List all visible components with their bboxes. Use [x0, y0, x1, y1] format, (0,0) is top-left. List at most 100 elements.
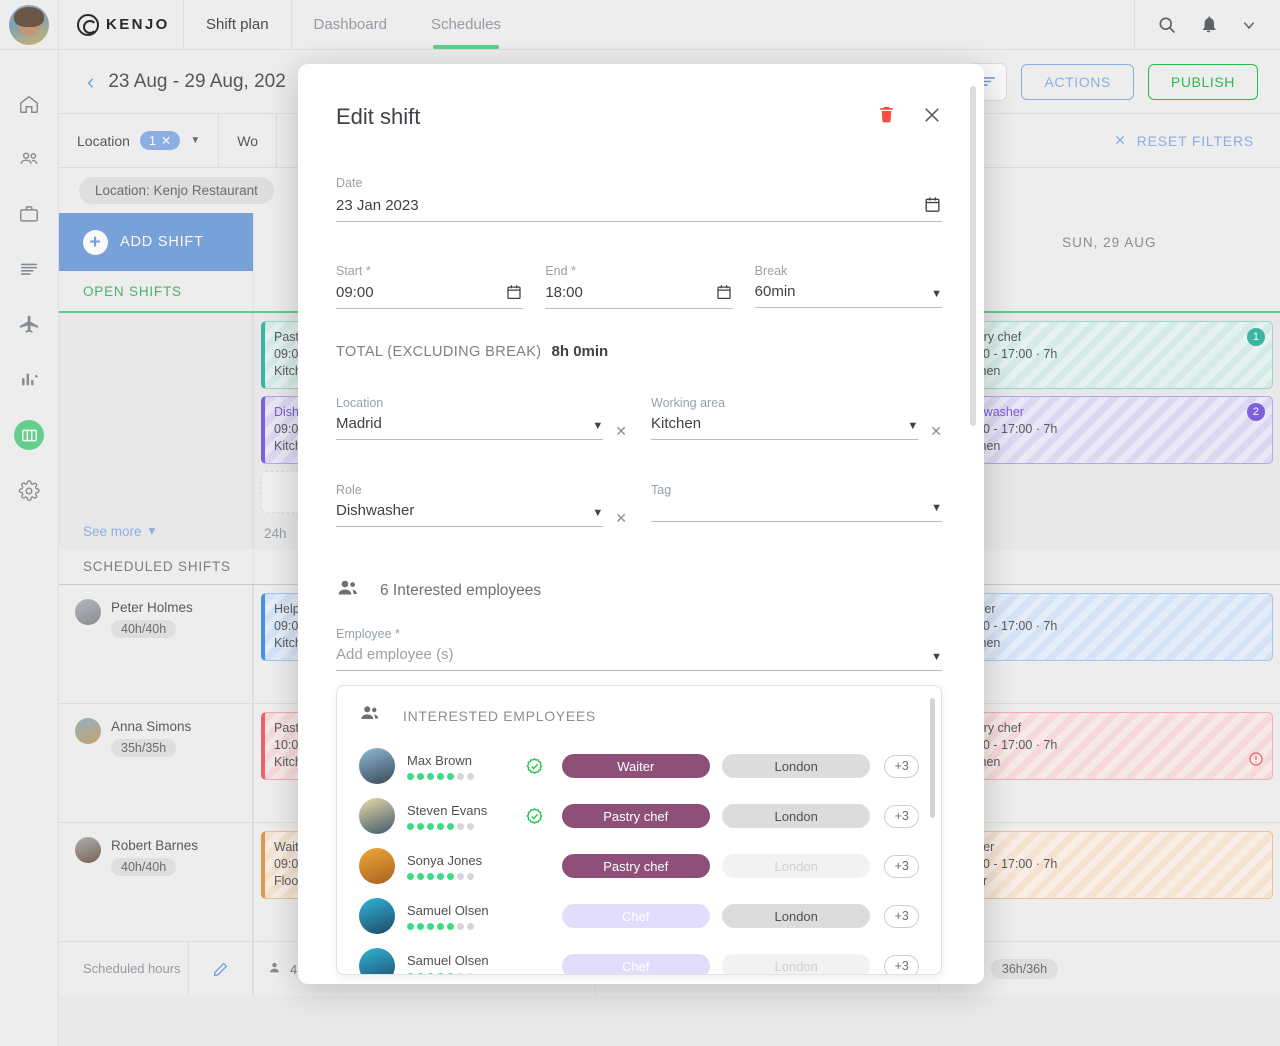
employee-name: Sonya Jones: [407, 853, 509, 869]
break-label: Break: [755, 264, 942, 278]
total-value: 8h 0min: [552, 343, 609, 360]
chevron-down-icon[interactable]: ▼: [592, 507, 603, 527]
role-tag-row: Role Dishwasher ▼ ✕ Tag ▼: [336, 477, 942, 534]
start-label: Start *: [336, 264, 523, 278]
list-item[interactable]: Steven Evans Pastry chef London +3: [337, 791, 941, 841]
start-value[interactable]: 09:00: [336, 284, 505, 301]
location-chip: London: [722, 954, 870, 975]
list-item[interactable]: Samuel Olsen Chef London +3: [337, 891, 941, 941]
start-field[interactable]: Start * 09:00: [336, 264, 523, 309]
break-field[interactable]: Break 60min ▼: [755, 264, 942, 309]
interested-employees-header: 6 Interested employees: [336, 576, 942, 605]
chevron-down-icon[interactable]: ▼: [907, 420, 918, 440]
date-field[interactable]: Date 23 Jan 2023: [336, 176, 942, 222]
list-item[interactable]: Samuel Olsen Chef London +3: [337, 941, 941, 975]
location-field[interactable]: Location Madrid ▼ ✕: [336, 396, 627, 447]
total-hours-row: TOTAL (EXCLUDING BREAK) 8h 0min: [336, 343, 942, 360]
tag-label: Tag: [651, 483, 942, 497]
location-value[interactable]: Madrid: [336, 415, 592, 440]
date-label: Date: [336, 176, 942, 190]
modal-body: Edit shift Date 23 Jan 2023 Start: [298, 64, 984, 984]
role-chip: Chef: [562, 954, 710, 975]
avatar: [359, 848, 395, 884]
modal-header-actions: [877, 104, 942, 130]
employee-name: Samuel Olsen: [407, 953, 509, 969]
people-icon: [359, 702, 381, 729]
more-tags-badge[interactable]: +3: [884, 905, 919, 928]
interested-employees-dropdown: INTERESTED EMPLOYEES Max Brown Waiter Lo…: [336, 685, 942, 975]
employee-info: Max Brown: [407, 753, 509, 780]
more-tags-badge[interactable]: +3: [884, 855, 919, 878]
location-chip: London: [722, 754, 870, 778]
working-area-label: Working area: [651, 396, 942, 410]
chevron-down-icon[interactable]: ▼: [931, 288, 942, 300]
dropdown-header-label: INTERESTED EMPLOYEES: [403, 708, 596, 724]
role-chip: Chef: [562, 904, 710, 928]
clear-role-icon[interactable]: ✕: [615, 510, 627, 527]
list-item[interactable]: Max Brown Waiter London +3: [337, 741, 941, 791]
employee-info: Sonya Jones: [407, 853, 509, 880]
avatar: [359, 898, 395, 934]
end-label: End *: [545, 264, 732, 278]
modal-header: Edit shift: [336, 104, 942, 130]
role-label: Role: [336, 483, 627, 497]
employee-info: Samuel Olsen: [407, 903, 509, 930]
role-field[interactable]: Role Dishwasher ▼ ✕: [336, 483, 627, 534]
location-area-row: Location Madrid ▼ ✕ Working area Kitchen…: [336, 390, 942, 447]
calendar-icon[interactable]: [923, 195, 942, 214]
role-chip: Waiter: [562, 754, 710, 778]
working-area-value[interactable]: Kitchen: [651, 415, 907, 440]
avatar: [359, 948, 395, 975]
role-value[interactable]: Dishwasher: [336, 502, 592, 527]
employee-placeholder[interactable]: Add employee (s): [336, 646, 931, 663]
rating-dots: [407, 823, 509, 830]
chevron-down-icon[interactable]: ▼: [931, 502, 942, 514]
more-tags-badge[interactable]: +3: [884, 755, 919, 778]
tag-field[interactable]: Tag ▼: [651, 483, 942, 534]
dropdown-scrollbar[interactable]: [930, 698, 935, 818]
role-chip: Pastry chef: [562, 804, 710, 828]
verified-badge-icon: [525, 807, 544, 826]
modal-title: Edit shift: [336, 104, 420, 130]
clear-working-area-icon[interactable]: ✕: [930, 423, 942, 440]
interested-employees-count: 6 Interested employees: [380, 582, 541, 600]
employee-field[interactable]: Employee * Add employee (s) ▼: [336, 627, 942, 671]
more-tags-badge[interactable]: +3: [884, 955, 919, 976]
employee-name: Steven Evans: [407, 803, 509, 819]
rating-dots: [407, 923, 509, 930]
delete-shift-icon[interactable]: [877, 104, 896, 130]
more-tags-badge[interactable]: +3: [884, 805, 919, 828]
list-item[interactable]: Sonya Jones Pastry chef London +3: [337, 841, 941, 891]
rating-dots: [407, 873, 509, 880]
employee-name: Samuel Olsen: [407, 903, 509, 919]
employee-info: Samuel Olsen: [407, 953, 509, 976]
time-fields-row: Start * 09:00 End * 18:00 Brea: [336, 258, 942, 309]
clear-location-icon[interactable]: ✕: [615, 423, 627, 440]
total-label: TOTAL (EXCLUDING BREAK): [336, 344, 542, 360]
employee-name: Max Brown: [407, 753, 509, 769]
location-label: Location: [336, 396, 627, 410]
dropdown-header: INTERESTED EMPLOYEES: [337, 686, 941, 741]
end-field[interactable]: End * 18:00: [545, 264, 732, 309]
location-chip: London: [722, 854, 870, 878]
date-value[interactable]: 23 Jan 2023: [336, 197, 923, 214]
calendar-icon[interactable]: [505, 283, 523, 301]
working-area-field[interactable]: Working area Kitchen ▼ ✕: [651, 396, 942, 447]
avatar: [359, 748, 395, 784]
close-modal-icon[interactable]: [922, 105, 942, 130]
calendar-icon[interactable]: [715, 283, 733, 301]
chevron-down-icon[interactable]: ▼: [931, 651, 942, 663]
location-chip: London: [722, 804, 870, 828]
role-chip: Pastry chef: [562, 854, 710, 878]
break-value[interactable]: 60min: [755, 283, 931, 300]
verified-badge-icon: [525, 757, 544, 776]
end-value[interactable]: 18:00: [545, 284, 714, 301]
edit-shift-modal: Edit shift Date 23 Jan 2023 Start: [298, 64, 984, 984]
people-icon: [336, 576, 360, 605]
rating-dots: [407, 973, 509, 976]
avatar: [359, 798, 395, 834]
chevron-down-icon[interactable]: ▼: [592, 420, 603, 440]
rating-dots: [407, 773, 509, 780]
employee-info: Steven Evans: [407, 803, 509, 830]
employee-label: Employee *: [336, 627, 942, 641]
